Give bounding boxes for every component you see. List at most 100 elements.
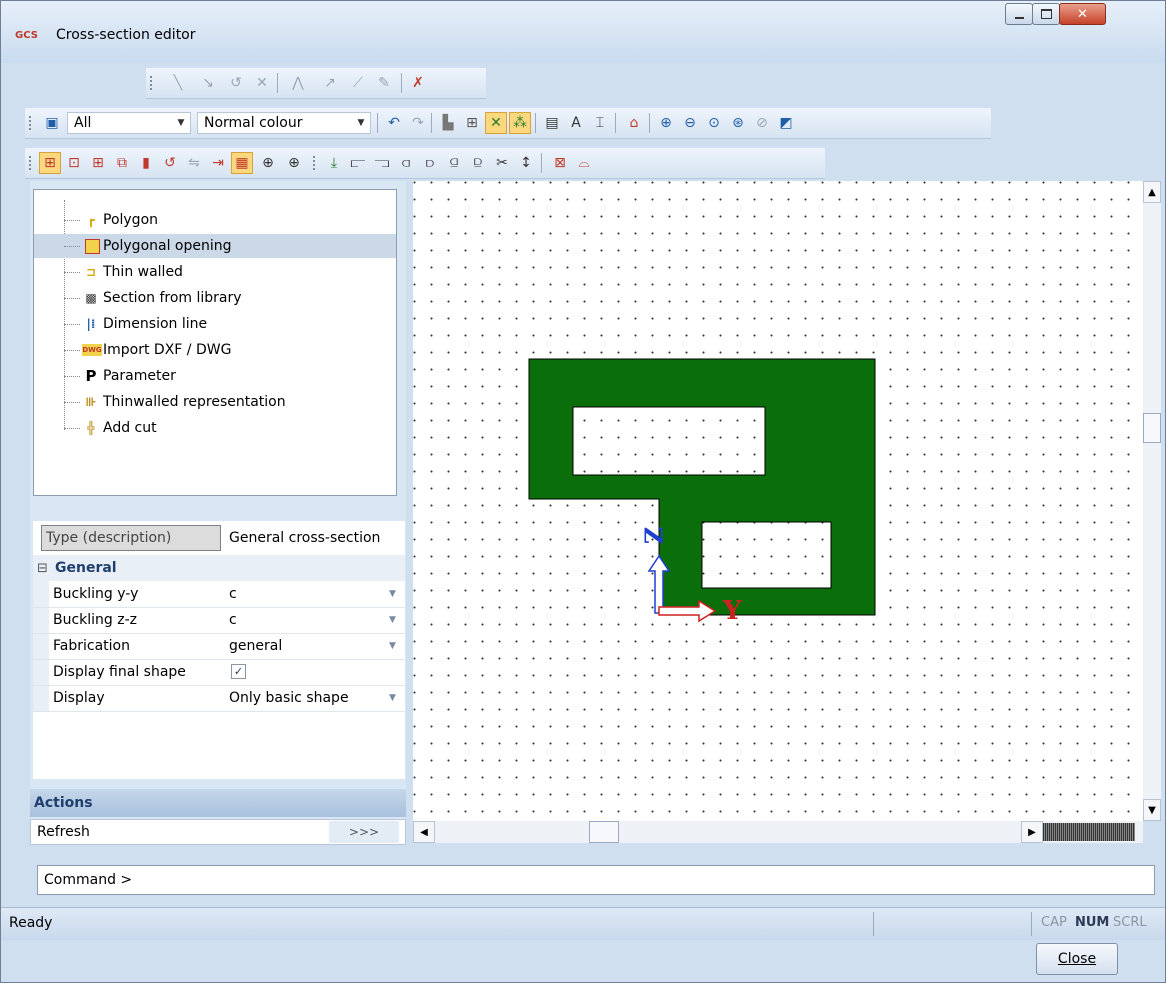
command-input[interactable]: Command >	[37, 865, 1155, 895]
property-row-buckling-z[interactable]: Buckling z-z c ▼	[33, 607, 405, 634]
tree-item-section-from-library[interactable]: ▩ Section from library	[34, 286, 396, 310]
property-row-buckling-y[interactable]: Buckling y-y c ▼	[33, 581, 405, 608]
property-value[interactable]: c	[229, 612, 237, 628]
tree-item-thin-walled[interactable]: ⊐ Thin walled	[34, 260, 396, 284]
move-node-icon[interactable]: ⊡	[63, 152, 85, 174]
chevron-down-icon[interactable]: ▼	[389, 615, 396, 625]
line-arrow-tool-icon[interactable]: ↘	[197, 72, 219, 94]
tree-item-polygonal-opening[interactable]: Polygonal opening	[34, 234, 396, 258]
collapse-icon[interactable]: ⊟	[37, 561, 48, 576]
horizontal-scrollbar[interactable]: ◀ ▶	[413, 821, 1143, 843]
select-icon[interactable]: ▙	[437, 112, 459, 134]
tree-connector	[64, 246, 80, 247]
general-cross-section-shape[interactable]	[528, 358, 876, 616]
offset-icon[interactable]: ⇥	[207, 152, 229, 174]
rotate-icon[interactable]: ↺	[159, 152, 181, 174]
explode-icon[interactable]: ⊠	[549, 152, 571, 174]
dimension-icon[interactable]: ⌶	[589, 112, 611, 134]
split-tool-icon[interactable]: ↗	[319, 72, 341, 94]
select-node-tool-icon[interactable]: ✗	[407, 72, 429, 94]
align-left-icon[interactable]: ⫍	[347, 152, 369, 174]
chevron-down-icon[interactable]: ▼	[389, 693, 396, 703]
snap-lines-icon[interactable]: ✕	[485, 112, 507, 134]
vertical-scrollbar[interactable]: ▲ ▼	[1143, 181, 1161, 821]
undo-icon[interactable]: ↶	[383, 112, 405, 134]
horizontal-scroll-thumb[interactable]	[589, 821, 619, 843]
scroll-down-button[interactable]: ▼	[1143, 799, 1161, 821]
align-right-icon[interactable]: ⫏	[395, 152, 417, 174]
copy-node-icon[interactable]: ⧉	[111, 152, 133, 174]
group-general-header[interactable]: ⊟ General	[33, 555, 405, 581]
colour-combo[interactable]: Normal colour ▼	[197, 112, 371, 134]
vertex-tool-icon[interactable]: ⋀	[287, 72, 309, 94]
snap-grid-icon[interactable]: ⁂	[509, 112, 531, 134]
property-row-display-final-shape[interactable]: Display final shape ✓	[33, 659, 405, 686]
status-num: NUM	[1075, 915, 1110, 930]
tree-item-parameter[interactable]: P Parameter	[34, 364, 396, 388]
cut-icon[interactable]: ✂	[491, 152, 513, 174]
drawing-canvas[interactable]: Z Y	[413, 181, 1143, 821]
layers-icon[interactable]: ▣	[41, 112, 63, 134]
text-icon[interactable]: A	[565, 112, 587, 134]
distribute-icon[interactable]: ⫐	[419, 152, 441, 174]
zoom-out-icon[interactable]: ⊖	[679, 112, 701, 134]
grid-settings-icon[interactable]: ⊞	[461, 112, 483, 134]
zoom-window-icon[interactable]: ⊙	[703, 112, 725, 134]
chevron-down-icon[interactable]: ▼	[389, 589, 396, 599]
delete-node-icon[interactable]: ▮	[135, 152, 157, 174]
filter-combo[interactable]: All ▼	[67, 112, 191, 134]
maximize-button[interactable]	[1032, 3, 1060, 25]
property-row-fabrication[interactable]: Fabrication general ▼	[33, 633, 405, 660]
3d-view-icon[interactable]: ◩	[775, 112, 797, 134]
tree-item-thinwalled-representation[interactable]: ⊪ Thinwalled representation	[34, 390, 396, 414]
tree-item-import-dxf-dwg[interactable]: DWG Import DXF / DWG	[34, 338, 396, 362]
property-value[interactable]: Only basic shape	[229, 690, 349, 706]
centroid-axis-icon[interactable]: ⊕	[283, 152, 305, 174]
close-button[interactable]: Close	[1036, 943, 1118, 975]
height-icon[interactable]: ↕	[515, 152, 537, 174]
properties-icon[interactable]: ▤	[541, 112, 563, 134]
tree-item-dimension-line[interactable]: |⁞ Dimension line	[34, 312, 396, 336]
action-refresh[interactable]: Refresh >>>	[30, 819, 406, 845]
cross-tool-icon[interactable]: ✕	[251, 72, 273, 94]
insert-node-icon[interactable]: ⊞	[39, 152, 61, 174]
align-bottom-icon[interactable]: ⤓	[323, 152, 345, 174]
mirror-icon[interactable]: ⇋	[183, 152, 205, 174]
snap-node-icon[interactable]: ▦	[231, 152, 253, 174]
scroll-up-button[interactable]: ▲	[1143, 181, 1161, 203]
property-value[interactable]: c	[229, 586, 237, 602]
minimize-button[interactable]	[1005, 3, 1033, 25]
property-type-label: Type (description)	[41, 525, 221, 551]
zoom-in-icon[interactable]: ⊕	[655, 112, 677, 134]
window-title: Cross-section editor	[56, 27, 196, 43]
centroid-icon[interactable]: ⊕	[257, 152, 279, 174]
vertical-scroll-thumb[interactable]	[1143, 413, 1161, 443]
pen-tool-icon[interactable]: ✎	[373, 72, 395, 94]
scroll-left-button[interactable]: ◀	[413, 821, 435, 843]
element-tree[interactable]: ┏ Polygon Polygonal opening ⊐ Thin walle…	[33, 189, 397, 496]
resize-grip[interactable]	[1043, 823, 1135, 841]
align-center-icon[interactable]: ⫎	[371, 152, 393, 174]
tree-item-add-cut[interactable]: ╬ Add cut	[34, 416, 396, 440]
add-node-icon[interactable]: ⊞	[87, 152, 109, 174]
outline-icon[interactable]: ⌓	[573, 152, 595, 174]
zoom-previous-icon[interactable]: ⊘	[751, 112, 773, 134]
action-refresh-button[interactable]: >>>	[329, 821, 399, 843]
home-view-icon[interactable]: ⌂	[623, 112, 645, 134]
line-tool-icon[interactable]: ╲	[167, 72, 189, 94]
tree-item-polygon[interactable]: ┏ Polygon	[34, 208, 396, 232]
close-window-button[interactable]: ✕	[1059, 3, 1106, 25]
property-value[interactable]: general	[229, 638, 282, 654]
zoom-all-icon[interactable]: ⊛	[727, 112, 749, 134]
property-row-display[interactable]: Display Only basic shape ▼	[33, 685, 405, 712]
cross-section-drawing	[528, 358, 876, 623]
redo-icon[interactable]: ↷	[407, 112, 429, 134]
arc-tool-icon[interactable]: ↺	[225, 72, 247, 94]
edge-tool-icon[interactable]: ⟋	[347, 72, 369, 94]
spacing-icon[interactable]: ⫑	[443, 152, 465, 174]
scroll-right-button[interactable]: ▶	[1021, 821, 1043, 843]
equal-width-icon[interactable]: ⫒	[467, 152, 489, 174]
close-button-label: Close	[1057, 951, 1097, 967]
display-final-shape-checkbox[interactable]: ✓	[231, 664, 246, 679]
chevron-down-icon[interactable]: ▼	[389, 641, 396, 651]
